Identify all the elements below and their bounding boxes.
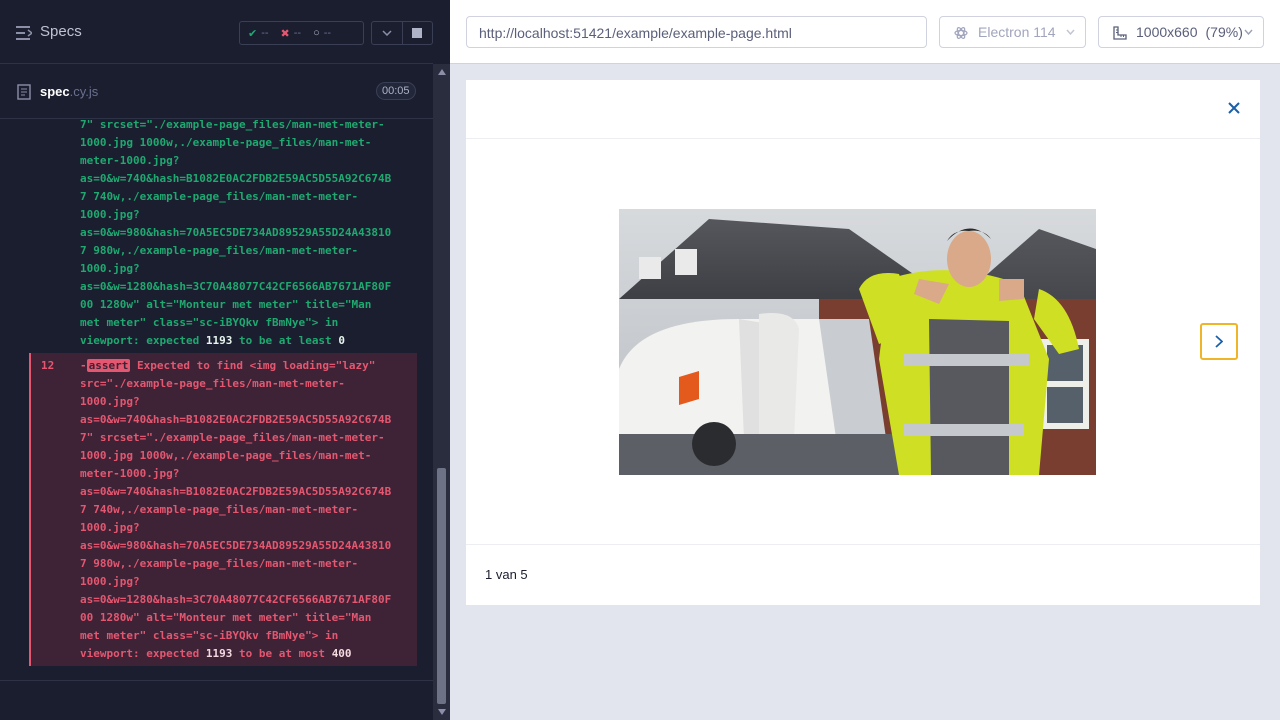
aut-toolbar: http://localhost:51421/example/example-p… [450, 0, 1280, 64]
log-line: 7" srcset="./example-page_files/man-met-… [80, 120, 385, 131]
log-line: 1000.jpg? [80, 395, 140, 408]
chevron-down-icon [1066, 29, 1075, 35]
log-line: as=0&w=1280&hash=3C70A48077C42CF6566AB76… [80, 280, 392, 293]
run-duration: 00:05 [376, 82, 416, 100]
failed-assertion[interactable]: 12 - assert Expected to find <img loading… [29, 353, 417, 666]
close-icon[interactable] [1228, 102, 1240, 114]
log-line: meter-1000.jpg? [80, 467, 180, 480]
browser-selector[interactable]: Electron 114 [939, 16, 1086, 48]
document-icon [17, 84, 31, 100]
log-line: as=0&w=1280&hash=3C70A48077C42CF6566AB76… [80, 593, 392, 606]
specs-title[interactable]: Specs [40, 23, 82, 40]
log-line: 1000.jpg 1000w,./example-page_files/man-… [80, 449, 372, 462]
viewport-info[interactable]: 1000x660 (79%) [1098, 16, 1264, 48]
pending-icon: ○ [313, 27, 320, 39]
assert-badge: assert [86, 359, 131, 372]
log-line: 1000.jpg? [80, 208, 140, 221]
log-line: as=0&w=740&hash=B1082E0AC2FDB2E59AC5D55A… [80, 172, 392, 185]
photo-image [619, 209, 1096, 475]
log-line: src="./example-page_files/man-met-meter- [80, 377, 345, 390]
log-line: viewport: expected 1193 to be at most 40… [80, 647, 352, 660]
log-line: viewport: expected 1193 to be at least 0 [80, 334, 345, 347]
log-line: 00 1280w" alt="Monteur met meter" title=… [80, 611, 372, 624]
lightbox-footer: 1 van 5 [466, 544, 1260, 605]
log-line: as=0&w=740&hash=B1082E0AC2FDB2E59AC5D55A… [80, 485, 392, 498]
stop-button[interactable] [401, 22, 433, 44]
log-line: as=0&w=980&hash=70A5EC5DE734AD89529A55D2… [80, 539, 392, 552]
viewport-size: 1000x660 [1136, 24, 1198, 40]
test-stats: ✔ -- ✖ -- ○ -- [239, 21, 364, 45]
browser-label: Electron 114 [978, 24, 1056, 40]
log-scrollbar[interactable] [433, 64, 450, 720]
command-number: 12 [41, 359, 55, 372]
pending-count: -- [323, 27, 332, 39]
spec-file-header: spec.cy.js 00:05 [0, 65, 433, 119]
slide-counter: 1 van 5 [485, 567, 528, 582]
reporter-panel: Specs ✔ -- ✖ -- ○ -- spec.cy.js 00:05 7" sr… [0, 0, 450, 720]
passed-icon: ✔ [248, 27, 258, 40]
log-line: 7 740w,./example-page_files/man-met-mete… [80, 190, 359, 203]
scroll-up-icon[interactable] [438, 69, 446, 75]
passed-assertion[interactable]: 7" srcset="./example-page_files/man-met-… [30, 120, 417, 350]
gallery-photo [619, 209, 1096, 475]
log-line: 7 980w,./example-page_files/man-met-mete… [80, 244, 359, 257]
reporter-footer [0, 680, 433, 720]
command-log: 7" srcset="./example-page_files/man-met-… [0, 120, 433, 680]
url-field[interactable]: http://localhost:51421/example/example-p… [466, 16, 927, 48]
chevron-down-icon [382, 30, 392, 36]
run-controls [371, 21, 433, 45]
log-line: 1000.jpg? [80, 575, 140, 588]
log-line: meter-1000.jpg? [80, 154, 180, 167]
specs-header: Specs ✔ -- ✖ -- ○ -- [0, 0, 433, 64]
log-line: met meter" class="sc-iBYQkv fBmNye"> in [80, 316, 339, 329]
zoom-level: (79%) [1205, 24, 1243, 40]
next-slide-button[interactable] [1200, 323, 1238, 360]
scroll-down-icon[interactable] [438, 709, 446, 715]
electron-icon [954, 27, 968, 39]
spec-file-name[interactable]: spec.cy.js [40, 84, 98, 99]
chevron-down-icon [1244, 29, 1253, 35]
failed-count: -- [293, 27, 302, 39]
log-line: - assert Expected to find <img loading="l… [80, 359, 376, 372]
log-line: 7" srcset="./example-page_files/man-met-… [80, 431, 385, 444]
log-line: 00 1280w" alt="Monteur met meter" title=… [80, 298, 372, 311]
stop-icon [412, 28, 423, 38]
failed-icon: ✖ [280, 27, 290, 40]
chevron-right-icon [1215, 335, 1223, 348]
log-line: as=0&w=980&hash=70A5EC5DE734AD89529A55D2… [80, 226, 392, 239]
expand-collapse-button[interactable] [372, 22, 402, 44]
log-line: met meter" class="sc-iBYQkv fBmNye"> in [80, 629, 339, 642]
lightbox-header [466, 80, 1260, 139]
passed-count: -- [261, 27, 269, 39]
aut-iframe: 1 van 5 [466, 80, 1260, 605]
ruler-icon [1113, 26, 1127, 40]
log-line: 1000.jpg 1000w,./example-page_files/man-… [80, 136, 372, 149]
aut-panel: http://localhost:51421/example/example-p… [450, 0, 1280, 720]
log-line: 1000.jpg? [80, 521, 140, 534]
specs-list-icon[interactable] [16, 26, 32, 40]
log-line: 1000.jpg? [80, 262, 140, 275]
scrollbar-thumb[interactable] [437, 468, 446, 704]
log-line: 7 740w,./example-page_files/man-met-mete… [80, 503, 359, 516]
log-line: 7 980w,./example-page_files/man-met-mete… [80, 557, 359, 570]
log-line: as=0&w=740&hash=B1082E0AC2FDB2E59AC5D55A… [80, 413, 392, 426]
